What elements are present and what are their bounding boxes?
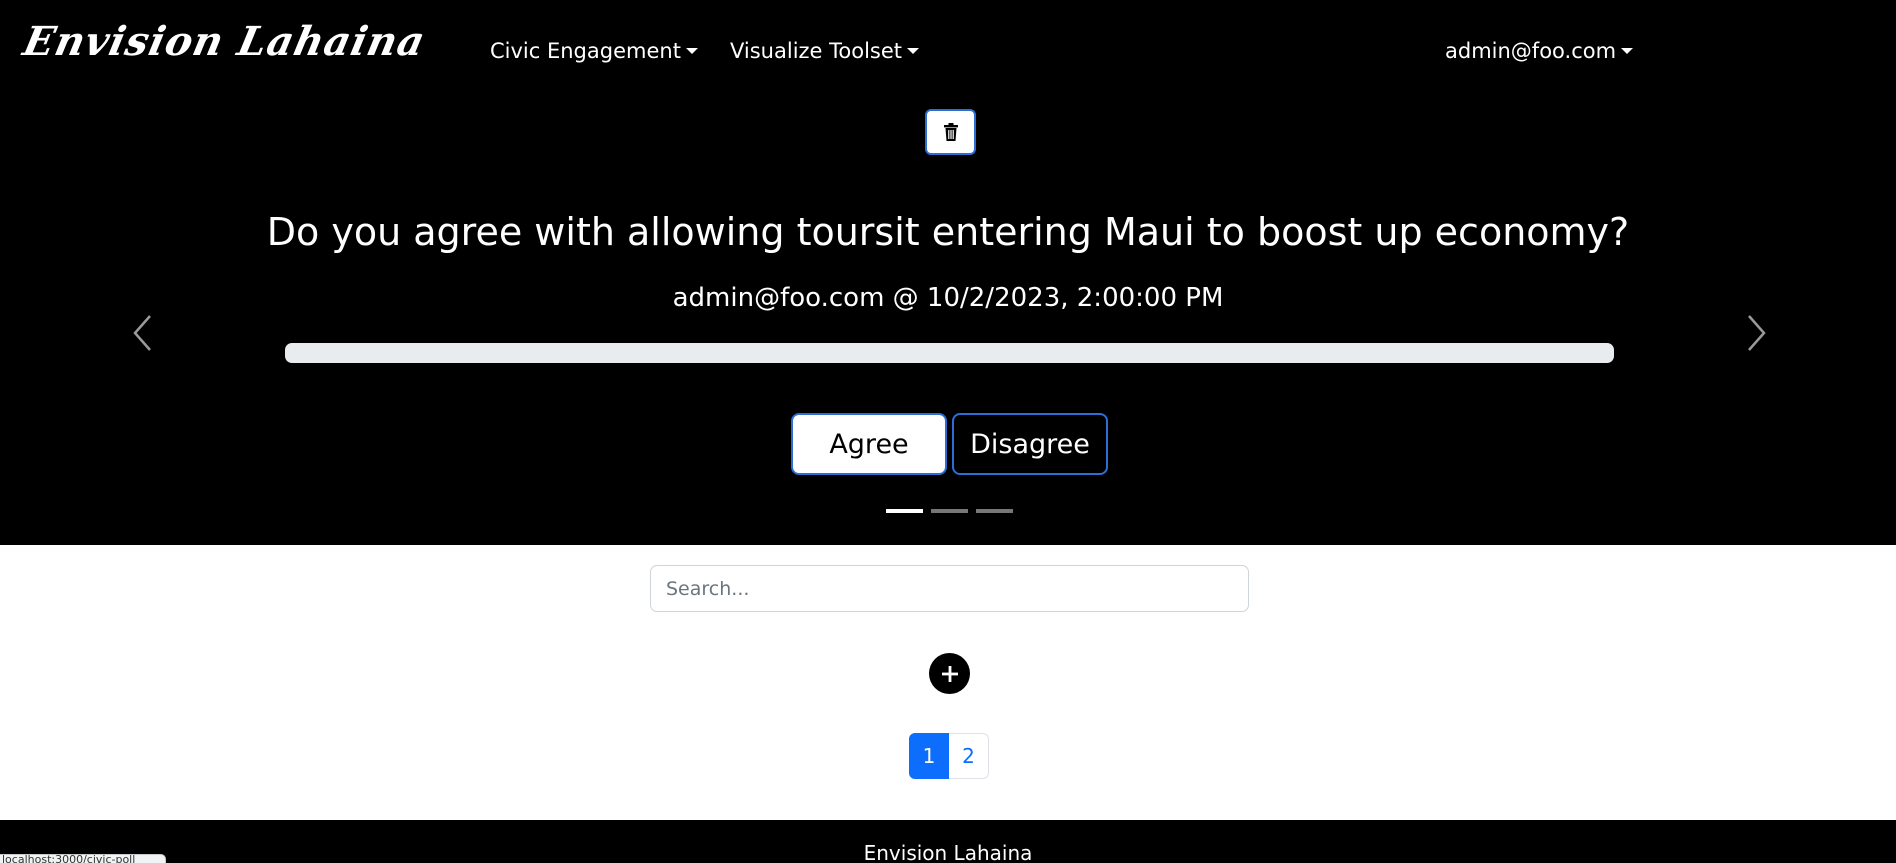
- page-2-button[interactable]: 2: [949, 733, 989, 779]
- pagination: 1 2: [909, 733, 989, 779]
- status-bar-url: localhost:3000/civic-poll: [0, 854, 166, 863]
- carousel-indicators: [886, 509, 1013, 513]
- carousel-indicator-3[interactable]: [976, 509, 1013, 513]
- footer-brand: Envision Lahaina: [863, 841, 1033, 863]
- agree-button[interactable]: Agree: [791, 413, 947, 475]
- visualize-toolset-dropdown[interactable]: Visualize Toolset: [730, 38, 920, 64]
- user-email-label: admin@foo.com: [1445, 39, 1617, 63]
- add-poll-button[interactable]: [929, 653, 970, 694]
- poll-author-timestamp: admin@foo.com @ 10/2/2023, 2:00:00 PM: [672, 283, 1224, 313]
- poll-progress-bar: [285, 343, 1614, 363]
- caret-down-icon: [685, 48, 698, 54]
- carousel-indicator-2[interactable]: [931, 509, 968, 513]
- brand-logo[interactable]: Envision Lahaina: [19, 18, 430, 65]
- civic-engagement-label: Civic Engagement: [490, 39, 681, 63]
- chevron-left-icon: [133, 315, 151, 351]
- disagree-button[interactable]: Disagree: [952, 413, 1108, 475]
- caret-down-icon: [907, 48, 920, 54]
- poll-question: Do you agree with allowing toursit enter…: [266, 210, 1630, 254]
- caret-down-icon: [1621, 48, 1634, 54]
- visualize-toolset-label: Visualize Toolset: [730, 39, 903, 63]
- user-dropdown[interactable]: admin@foo.com: [1445, 38, 1634, 64]
- poll-carousel: Do you agree with allowing toursit enter…: [0, 100, 1896, 545]
- chevron-right-icon: [1748, 315, 1766, 351]
- footer: Envision Lahaina: [0, 820, 1896, 863]
- delete-poll-button[interactable]: [925, 109, 976, 155]
- search-input[interactable]: [650, 565, 1249, 612]
- plus-icon: [941, 665, 958, 682]
- trash-icon: [943, 123, 958, 141]
- carousel-indicator-1[interactable]: [886, 509, 923, 513]
- civic-engagement-dropdown[interactable]: Civic Engagement: [490, 38, 698, 64]
- page-1-button[interactable]: 1: [909, 733, 949, 779]
- navbar: Envision Lahaina Civic Engagement Visual…: [0, 0, 1896, 100]
